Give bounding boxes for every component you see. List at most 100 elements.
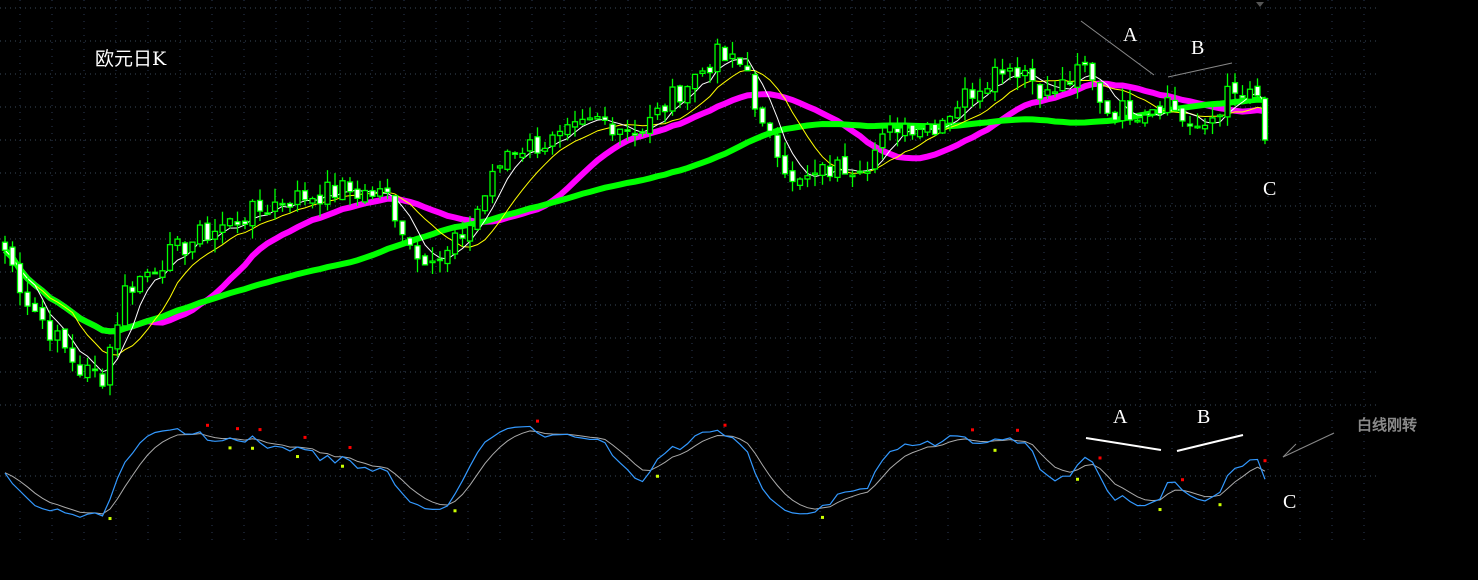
candle-up [834, 159, 841, 179]
candle-down [436, 258, 444, 262]
candle-up [324, 181, 331, 205]
candle-up [294, 190, 301, 206]
candle-up [691, 73, 699, 90]
buy-signal-dot [251, 446, 254, 450]
candle-down [1179, 107, 1186, 122]
candle-up [811, 172, 819, 176]
candle-up [616, 128, 624, 136]
candle-up [1074, 64, 1081, 88]
candle-up [504, 150, 511, 170]
candle-down [459, 234, 466, 239]
candle-up [864, 170, 871, 174]
candle-down [391, 194, 399, 222]
buy-signal-dot [993, 448, 997, 452]
candle-up [481, 195, 489, 212]
candle-down [369, 190, 376, 198]
candle-down [9, 246, 16, 266]
candle-down [1089, 62, 1096, 81]
sell-signal-dot [348, 446, 352, 450]
scroll-marker-icon [1256, 2, 1264, 7]
candle-down [384, 187, 391, 193]
candle-up [849, 174, 856, 178]
candle-down [421, 255, 429, 266]
sell-signal-dot [1263, 459, 1267, 463]
candle-up [819, 163, 826, 176]
candle-up [211, 230, 219, 240]
annotation-note: 白线刚转 [1357, 416, 1417, 434]
candle-up [271, 201, 279, 212]
candle-down [706, 66, 714, 74]
candle-down [316, 194, 324, 205]
candle-down [256, 199, 264, 212]
grid [0, 0, 1380, 540]
candle-up [571, 121, 579, 128]
candle-up [1134, 119, 1141, 123]
candle-up [166, 244, 174, 272]
candle-up [226, 218, 234, 227]
sell-signal-dot [303, 435, 307, 439]
sell-signal-dot [1016, 428, 1019, 432]
candle-up [646, 116, 654, 135]
candle-down [751, 73, 759, 110]
buy-signal-dot [1076, 477, 1079, 481]
candle-up [1119, 100, 1126, 122]
candle-up [309, 197, 316, 204]
candle-down [286, 202, 294, 208]
label-osc-a: A [1113, 406, 1128, 428]
candle-down [414, 245, 421, 260]
candle-up [654, 107, 661, 116]
sell-signal-dot [236, 427, 239, 431]
candle-down [181, 242, 189, 256]
candle-up [901, 123, 909, 137]
candle-down [759, 107, 766, 124]
arrow-icon [1282, 432, 1335, 458]
candle-down [241, 220, 249, 225]
kd-oscillator [4, 419, 1267, 521]
candle-up [939, 119, 946, 134]
chart-title: 欧元日K [95, 48, 167, 70]
candle-up [1201, 124, 1209, 130]
candle-down [624, 129, 631, 132]
candle-up [579, 118, 586, 125]
candle-up [984, 88, 991, 94]
trendline-b [1167, 62, 1233, 78]
candle-down [1254, 85, 1261, 97]
candle-down [789, 170, 796, 183]
candle-up [1216, 114, 1224, 118]
candle-down [999, 69, 1006, 75]
candle-down [661, 105, 669, 113]
candle-down [841, 156, 849, 175]
candle-down [1126, 100, 1134, 121]
candle-up [541, 147, 549, 152]
candle-down [31, 302, 39, 313]
candle-down [969, 89, 976, 99]
candle-up [219, 224, 226, 233]
candle-up [84, 364, 91, 379]
candle-up [669, 86, 676, 112]
candle-down [1104, 100, 1111, 115]
candle-down [279, 202, 286, 206]
candle-down [1111, 111, 1119, 121]
candle-down [631, 132, 639, 136]
candle-up [549, 134, 556, 147]
buy-signal-dot [821, 515, 824, 519]
candle-up [144, 271, 151, 278]
candle-up [466, 224, 474, 242]
candle-up [136, 275, 144, 293]
candle-down [204, 222, 211, 241]
sell-signal-dot [536, 419, 539, 423]
candle-up [1164, 96, 1171, 114]
candle-down [1231, 82, 1239, 94]
candle-down [744, 65, 751, 72]
sell-signal-dot [723, 423, 727, 427]
candle-up [1246, 88, 1254, 100]
candle-up [114, 324, 121, 350]
candle-up [1006, 67, 1014, 72]
sell-signal-dot [1181, 478, 1184, 482]
label-main-b: B [1191, 37, 1204, 59]
candle-down [894, 127, 901, 134]
candle-down [1, 241, 9, 251]
candle-up [556, 130, 564, 137]
candle-up [729, 53, 736, 60]
candles [1, 38, 1269, 396]
